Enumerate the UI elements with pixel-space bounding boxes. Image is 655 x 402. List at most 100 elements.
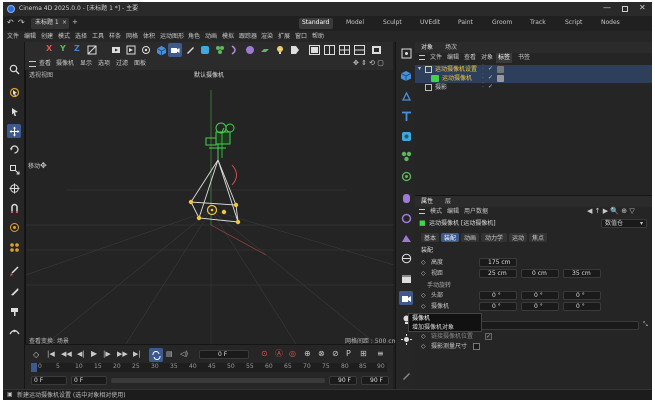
goto-end-icon[interactable]: ▶| <box>133 351 141 358</box>
viewport-menu-filter[interactable]: 过滤 <box>116 61 128 67</box>
edit-pencil-icon[interactable] <box>399 368 413 382</box>
menu-mesh[interactable]: 网格 <box>126 34 138 40</box>
subtab-focus[interactable]: 焦点 <box>529 233 547 242</box>
param-key-icon[interactable]: P <box>346 350 351 358</box>
axis-y-button[interactable]: Y <box>60 45 66 53</box>
subtab-basic[interactable]: 基本 <box>421 233 439 242</box>
tab-close-icon[interactable]: × <box>62 20 67 26</box>
visibility-dots[interactable]: ⁚ <box>482 74 484 80</box>
text-icon[interactable] <box>399 109 413 123</box>
range-slider[interactable] <box>111 378 325 383</box>
workplane-icon[interactable] <box>7 220 21 234</box>
menu-create[interactable]: 创建 <box>41 34 53 40</box>
clapper-icon[interactable] <box>399 271 413 285</box>
axis-z-button[interactable]: Z <box>74 45 80 53</box>
keyframe-selection-icon[interactable]: ◎ <box>289 350 296 358</box>
field-object-icon[interactable] <box>399 211 413 225</box>
undo-icon[interactable]: ↶ <box>7 19 14 27</box>
null-object-icon[interactable] <box>399 46 413 60</box>
link-position-checkbox[interactable]: ✓ <box>485 333 492 340</box>
tab-layers[interactable]: 层 <box>445 199 451 205</box>
knife-icon[interactable] <box>7 284 21 298</box>
visibility-dots[interactable]: ⁚ <box>482 65 484 71</box>
layout-tab-sculpt[interactable]: Sculpt <box>383 20 402 26</box>
playhead[interactable] <box>31 363 37 372</box>
menu-tracker[interactable]: 跟踪器 <box>239 34 257 40</box>
layout-tab-nodes[interactable]: Nodes <box>601 20 620 26</box>
menu-mograph[interactable]: 运动图形 <box>160 34 184 40</box>
viewport-nav-icons[interactable]: ✥ ⇕ ⟲ ▢ <box>353 60 384 67</box>
object-menu-tag-highlight[interactable]: 标签 <box>496 53 512 63</box>
tab-objects[interactable]: 对象 <box>421 45 433 51</box>
cube-primitive-icon[interactable] <box>154 43 168 57</box>
menu-tools[interactable]: 工具 <box>92 34 104 40</box>
object-menu-object[interactable]: 对象 <box>481 55 493 61</box>
field-diamond-icon[interactable]: ◇ <box>421 293 426 299</box>
field-diamond-icon[interactable]: ◇ <box>421 334 426 340</box>
menu-animate[interactable]: 动画 <box>205 34 217 40</box>
environment-icon[interactable] <box>399 251 413 265</box>
subtab-motion[interactable]: 运动 <box>509 233 527 242</box>
coord-system-icon[interactable] <box>85 43 99 57</box>
play-icon[interactable]: ▶ <box>91 350 97 358</box>
tab-takes[interactable]: 场次 <box>445 45 457 51</box>
field-diamond-icon[interactable]: ◇ <box>421 271 426 277</box>
object-menu-bookmarks[interactable]: 书签 <box>518 55 530 61</box>
camera-y-input[interactable]: 0 ° <box>521 302 559 311</box>
scale-tool-icon[interactable] <box>7 162 21 176</box>
object-row-motion-camera[interactable]: 运动摄像机 ⁚ ✓ <box>415 74 652 83</box>
menu-character[interactable]: 角色 <box>188 34 200 40</box>
lasso-icon[interactable] <box>7 104 21 118</box>
view-z-input[interactable]: 35 cm <box>563 269 601 278</box>
next-key-icon[interactable]: ▶▶ <box>117 351 128 358</box>
autokey-icon[interactable]: Ⓐ <box>275 350 283 358</box>
axis-icon[interactable] <box>7 240 21 254</box>
close-button[interactable]: ✕ <box>639 4 646 12</box>
attribute-menu-userdata[interactable]: 用户数据 <box>464 209 488 215</box>
viewport-menu-panel[interactable]: 面板 <box>134 61 146 67</box>
field-icon[interactable] <box>243 43 257 57</box>
deformer-bend-icon[interactable] <box>399 191 413 205</box>
next-frame-icon[interactable]: |▶ <box>103 351 111 358</box>
fullscreen-icon[interactable] <box>369 43 383 57</box>
enabled-check-icon[interactable]: ✓ <box>488 75 493 81</box>
maximize-button[interactable] <box>622 6 628 12</box>
tag-icon[interactable] <box>288 43 302 57</box>
attribute-menu-mode[interactable]: 模式 <box>430 209 442 215</box>
slider-end-icon[interactable]: ⤡ <box>643 322 648 328</box>
prev-key-icon[interactable]: ◀◀ <box>61 351 72 358</box>
photo-size-checkbox[interactable] <box>473 343 480 350</box>
menu-extensions[interactable]: 扩展 <box>278 34 290 40</box>
head-z-input[interactable]: 0 ° <box>563 291 601 300</box>
snap-icon[interactable] <box>7 201 21 215</box>
view-y-input[interactable]: 0 cm <box>521 269 559 278</box>
layout-view-2-icon[interactable] <box>322 43 336 57</box>
viewport-menu-display[interactable]: 显示 <box>80 61 92 67</box>
brush-icon[interactable] <box>7 264 21 278</box>
attribute-slider[interactable] <box>479 321 639 330</box>
paint-icon[interactable] <box>7 304 21 318</box>
attribute-menu-icon[interactable] <box>419 209 425 214</box>
menu-simulate[interactable]: 模拟 <box>222 34 234 40</box>
layout-tab-uvedit[interactable]: UVEdit <box>420 20 440 26</box>
timeline-ruler[interactable]: 0 5 10 15 20 25 30 35 40 45 50 55 60 65 … <box>31 363 387 372</box>
layout-view-3-icon[interactable] <box>352 43 366 57</box>
layout-tab-script[interactable]: Script <box>565 20 582 26</box>
visibility-dots[interactable]: ⁚ <box>482 83 484 89</box>
viewport-menu-view[interactable]: 查看 <box>39 61 51 67</box>
camera-create-icon[interactable] <box>168 43 182 57</box>
render-settings-icon[interactable] <box>139 43 153 57</box>
pla-key-icon[interactable]: ⊞ <box>360 350 367 358</box>
field-diamond-icon[interactable]: ◇ <box>421 304 426 310</box>
layout-view-4-icon[interactable] <box>337 43 351 57</box>
live-selection-icon[interactable] <box>7 85 21 99</box>
layout-tab-paint[interactable]: Paint <box>458 20 473 26</box>
viewport-menu-cameras[interactable]: 摄像机 <box>56 61 74 67</box>
layout-view-1-icon[interactable] <box>307 43 321 57</box>
mode-dropdown[interactable]: 数值仓 ▾ <box>601 219 647 228</box>
subdivision-surface-icon[interactable] <box>399 129 413 143</box>
tab-attributes[interactable]: 属性 <box>421 199 433 205</box>
menu-file[interactable]: 文件 <box>7 34 19 40</box>
polygon-pen-icon[interactable] <box>399 89 413 103</box>
menu-help[interactable]: 帮助 <box>312 34 324 40</box>
